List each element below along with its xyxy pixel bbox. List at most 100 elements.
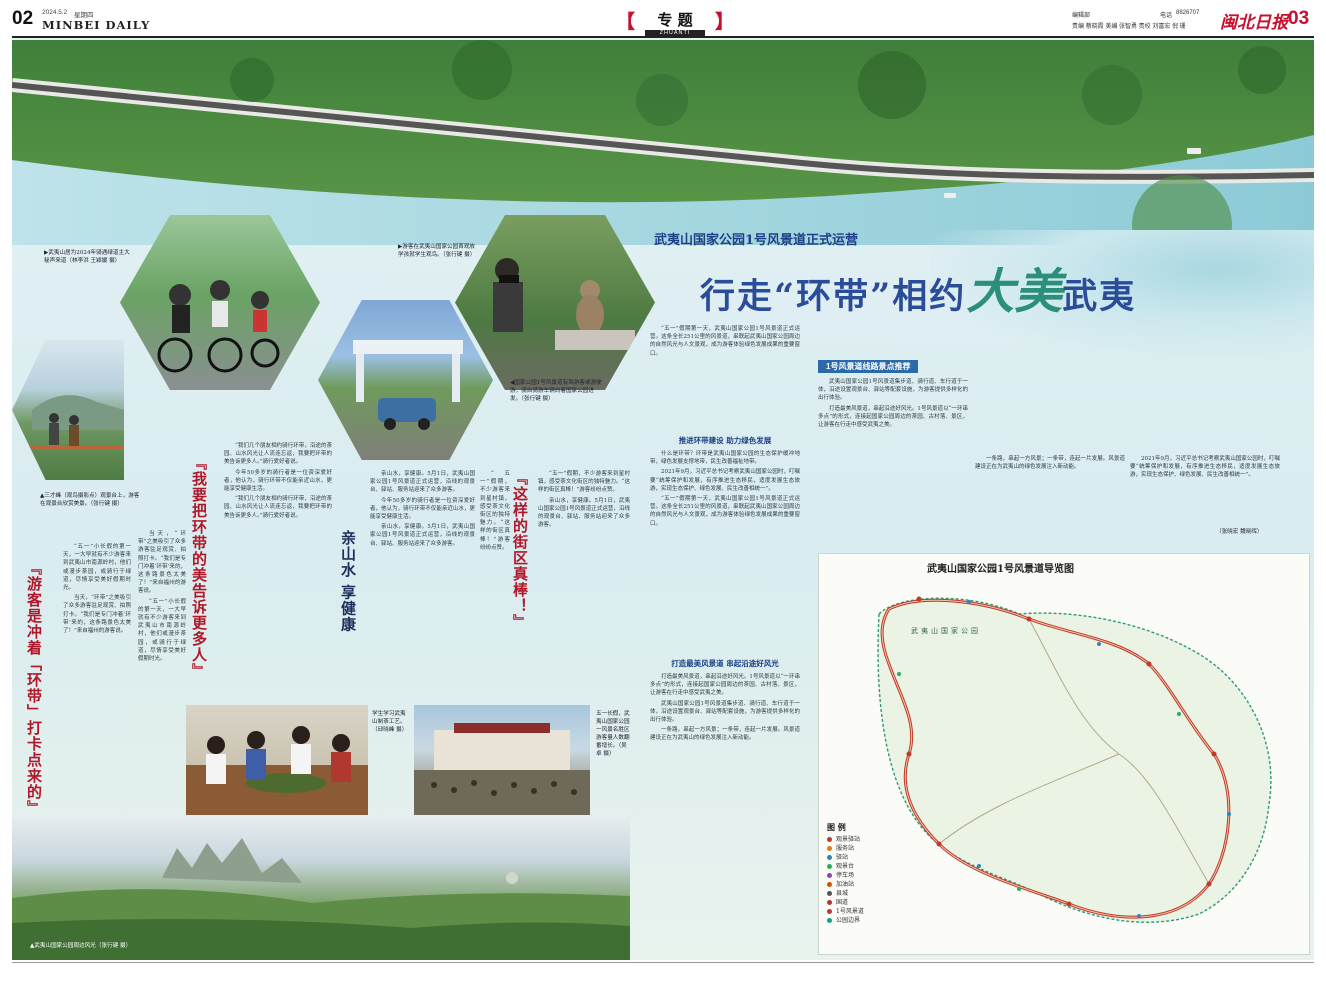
right-col-1: “五一”假期第一天，武夷山国家公园1号风景道正式运营。这条全长251公里的风景道…: [650, 325, 800, 415]
para-5: 亲山水，享健康。5月1日，武夷山国家公园1号风景道正式运营，沿线的观景台、驿站、…: [370, 471, 475, 494]
legend-marker-icon: [827, 864, 832, 869]
hero-kicker: 武夷山国家公园1号风景道正式运营: [654, 233, 859, 248]
caption-birdwatch: ▶游客在武夷山国家公园首观放学孩就学生观鸟。（张行键 摄）: [398, 244, 476, 258]
page-number-left: 02: [12, 8, 34, 29]
recommend-col-1: 武夷山国家公园1号风景道集步道、骑行道、车行道于一体，沿途设置观景台、驿站等配套…: [818, 378, 968, 533]
paper-name-en: MINBEI DAILY: [42, 18, 151, 32]
caption-landscape: ▲武夷山国家公园周边风光（张行键 摄）: [30, 943, 132, 949]
legend-marker-icon: [827, 873, 832, 878]
legend-marker-icon: [827, 855, 832, 860]
legend-title: 图 例: [827, 822, 846, 832]
para-3: “我们几个朋友相约骑行环带，沿途的茶园、山水风光让人流连忘返，我要把环带的美告诉…: [224, 443, 332, 466]
legend-marker-icon: [827, 846, 832, 851]
right-col-2: 什么是环带？环带是武夷山国家公园的生态保护缓冲地带，绿色发展支撑地带，民生改善福…: [650, 450, 800, 660]
recommend-col-3: 2021年9月，习近平总书记考察武夷山国家公园时，叮嘱要“统筹保护和发展，有序推…: [1130, 455, 1280, 533]
hero-title: 行走“环带”相约大美武夷: [700, 252, 1136, 322]
para-7: “五一”假期第一天，武夷山国家公园1号风景道正式运营。这条全长251公里的风景道…: [650, 326, 800, 357]
map-park-label: 武夷山国家公园: [911, 627, 981, 635]
legend-label: 观景台: [836, 863, 855, 870]
para-2b: 当天，“环带”之美吸引了众多游客驻足观赏、拍照打卡。“我们是专门冲着‘环带’来的…: [138, 531, 186, 595]
para-8: 什么是环带？环带是武夷山国家公园的生态保护缓冲地带，绿色发展支撑地带，民生改善福…: [650, 451, 800, 466]
legend-marker-icon: [827, 882, 832, 887]
legend-item: 公园边界: [827, 916, 891, 925]
legend-marker-icon: [827, 909, 832, 914]
page-number-right: 03: [1288, 8, 1310, 29]
legend-label: 驿站: [836, 854, 849, 861]
article-col-6: “五一”假期，不少游客来到星村镇，感受茶文化街区的独特魅力。“这样的街区真棒！”…: [538, 470, 630, 705]
legend-label: 县城: [836, 890, 849, 897]
footer-rule: [12, 962, 1314, 963]
hero-title-b: 大美: [966, 264, 1063, 320]
caption-gate: ◀国家公园1号风景道有驾游客或游驶游，骑自骑游车辆向着国家公园进发。（张行键 摄…: [510, 380, 602, 402]
caption-crowd: 五一长假，武夷山国家公园一风景名胜区游客量人数翻番增长。（吴卓 摄）: [596, 711, 630, 757]
legend-item: 县城: [827, 889, 891, 898]
para-1b: “五一”小长假的第一天，一大早就有不少游客来到武夷山市南源岭村，他们或漫步茶园，…: [138, 598, 186, 663]
route-map: 武夷山国家公园1号风景道导览图 武夷山国家公园 图 例 观景驿站 服务站 驿站 观景台…: [818, 553, 1310, 955]
para-3b: “我们几个朋友相约骑行环带，沿途的茶园、山水风光让人流连忘返，我要把环带的美告诉…: [224, 496, 332, 519]
recommend-box-title: 1号风景道线路景点推荐: [818, 360, 919, 373]
legend-marker-icon: [827, 837, 832, 842]
legend-item: 观景台: [827, 862, 891, 871]
para-5c: 亲山水，享健康。5月1日，武夷山国家公园1号风景道正式运营，沿线的观景台、驿站、…: [538, 497, 630, 529]
legend-label: 停车场: [836, 872, 855, 879]
hero-title-a: 行走“环带”相约: [700, 276, 967, 317]
headline-vertical-3: 亲山水 享健康: [339, 530, 357, 633]
crowd-photo: [414, 705, 590, 815]
subhead-2: 打造最美风景道 串起沿途好风光: [671, 659, 779, 668]
editor-line-1: 编辑部: [1072, 13, 1091, 19]
legend-label: 观景驿站: [836, 836, 861, 843]
recommend-col-2: 一条路，串起一方风景；一条带，连起一片发展。风景道建设正在为武夷山的绿色发展注入…: [975, 455, 1125, 533]
tea-making-photo: [186, 705, 368, 815]
map-drawing: [877, 596, 1272, 923]
legend-label: 加油站: [836, 881, 855, 888]
headline-vertical-4: 『这样的街区真棒！』: [511, 470, 529, 630]
header: 02 2024.5.2 星期四 MINBEI DAILY 【 专 题 ZHUAN…: [12, 6, 1314, 36]
article-col-2: 当天，“环带”之美吸引了众多游客驻足观赏、拍照打卡。“我们是专门冲着‘环带’来的…: [138, 530, 186, 810]
legend-item: 国道: [827, 898, 891, 907]
section-bracket-left: 【: [616, 11, 636, 33]
phone-label: 电话: [1160, 13, 1173, 19]
para-11b: 武夷山国家公园1号风景道集步道、骑行道、车行道于一体，沿途设置观景台、驿站等配套…: [818, 379, 968, 402]
para-6: “五一”假期，不少游客来到星村镇，感受茶文化街区的独特魅力。“这样的街区真棒！”…: [538, 471, 630, 494]
right-col-3: 打造最美风景道，串起沿途好风光。1号风景道以“一环串多点”的形式，连接起国家公园…: [650, 673, 800, 913]
legend-marker-icon: [827, 891, 832, 896]
section-title: 专 题: [657, 11, 693, 29]
para-6b: “五一”假期，不少游客来到星村镇，感受茶文化街区的独特魅力。“这样的街区真棒！”…: [480, 471, 510, 551]
legend-label: 服务站: [836, 845, 855, 852]
legend-item: 驿站: [827, 853, 891, 862]
legend-item: 服务站: [827, 844, 891, 853]
legend-label: 国道: [836, 899, 849, 906]
aerial-road-photo: [12, 40, 1314, 245]
legend-label: 1号风景道: [836, 908, 864, 915]
legend-marker-icon: [827, 918, 832, 923]
article-col-1: “五一”小长假的第一天，一大早就有不少游客来到武夷山市南源岭村，他们或漫步茶园，…: [63, 543, 131, 813]
headline-vertical-1: 『游客是冲着「环带」打卡点来的』: [25, 560, 43, 816]
landscape-photo: [12, 818, 630, 960]
issue-date: 2024.5.2: [42, 9, 68, 16]
headline-vertical-2: 『我要把环带的美告诉更多人』: [190, 455, 208, 679]
legend-marker-icon: [827, 900, 832, 905]
map-legend: 图 例 观景驿站服务站驿站观景台停车场加油站县城国道 1号风景道公园边界: [827, 822, 891, 925]
legend-list: 观景驿站服务站驿站观景台停车场加油站县城国道 1号风景道公园边界: [827, 835, 891, 925]
legend-item: 加油站: [827, 880, 891, 889]
para-10b: 打造最美风景道，串起沿途好风光。1号风景道以“一环串多点”的形式，连接起国家公园…: [818, 405, 968, 429]
phone-number: 8826707: [1176, 10, 1200, 16]
editor-line-2: 责编 蔡晓霞 美编 张智勇 责校 刘富宏 倪 珊: [1072, 24, 1186, 30]
legend-item: 1号风景道: [827, 907, 891, 916]
section-bracket-right: 】: [715, 11, 735, 33]
article-col-3: “我们几个朋友相约骑行环带，沿途的茶园、山水风光让人流连忘返，我要把环带的美告诉…: [224, 442, 332, 697]
subhead-1: 推进环带建设 助力绿色发展: [678, 436, 772, 445]
article-col-5: “五一”假期，不少游客来到星村镇，感受茶文化街区的独特魅力。“这样的街区真棒！”…: [480, 470, 510, 695]
para-1: “五一”小长假的第一天，一大早就有不少游客来到武夷山市南源岭村，他们或漫步茶园，…: [63, 544, 131, 592]
legend-label: 公园边界: [836, 917, 861, 924]
masthead: 闽北日报: [1220, 13, 1288, 33]
hero-title-c: 武夷: [1062, 276, 1137, 317]
para-4: 今年50多岁的骑行者是一位资深爱好者，他认为，骑行环带不仅能亲近山水，更能享受健…: [224, 469, 332, 493]
caption-tea: 学生学习武夷山制茶工艺。（邱晓峰 摄）: [372, 711, 408, 733]
para-9b: 2021年9月，习近平总书记考察武夷山国家公园时，叮嘱要“统筹保护和发展，有序推…: [1130, 456, 1280, 479]
para-10: 打造最美风景道，串起沿途好风光。1号风景道以“一环串多点”的形式，连接起国家公园…: [650, 674, 800, 697]
caption-platform: ▲三才峰（观鸟摄影点）观景台上，游客在观景台欣赏美景。（张行键 摄）: [40, 493, 140, 507]
para-4b: 今年50多岁的骑行者是一位资深爱好者，他认为，骑行环带不仅能亲近山水，更能享受健…: [370, 497, 475, 521]
recommend-end-note: （张晓宏 魏晓晖）: [1216, 529, 1263, 535]
para-9: 2021年9月，习近平总书记考察武夷山国家公园时，叮嘱要“统筹保护和发展，有序推…: [650, 469, 800, 492]
